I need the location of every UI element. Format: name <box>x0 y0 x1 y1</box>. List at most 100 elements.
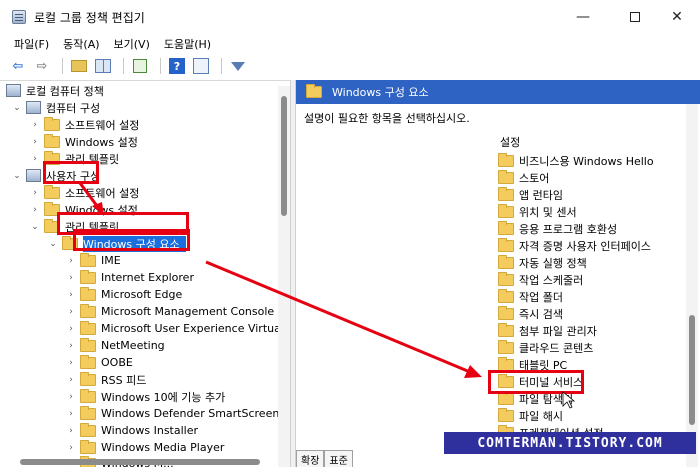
expand-icon[interactable]: ⌄ <box>48 239 58 249</box>
tree-item-computer-config[interactable]: ⌄ 컴퓨터 구성 <box>12 99 100 116</box>
view-tabs: 확장 표준 <box>296 450 353 467</box>
toolbar-separator <box>62 58 63 74</box>
list-item[interactable]: 작업 폴더 <box>498 288 563 305</box>
list-item[interactable]: 비즈니스용 Windows Hello <box>498 152 654 169</box>
expand-icon[interactable]: › <box>30 205 40 215</box>
folder-icon <box>80 422 96 437</box>
expand-icon[interactable]: › <box>66 341 76 351</box>
tree-item[interactable]: › Windows 10에 기능 추가 <box>66 388 225 405</box>
tree-item[interactable]: › Internet Explorer <box>66 269 194 286</box>
up-folder-button[interactable] <box>69 57 89 75</box>
tree-item[interactable]: › Windows Installer <box>66 422 198 439</box>
list-item[interactable]: 위치 및 센서 <box>498 203 577 220</box>
highlight-file-explorer <box>488 370 584 394</box>
list-item[interactable]: 앱 런타임 <box>498 186 563 203</box>
folder-icon <box>44 133 60 148</box>
tree-item[interactable]: › Microsoft Management Console <box>66 303 274 320</box>
expand-icon[interactable]: › <box>66 290 76 300</box>
tree-item[interactable]: › Windows 설정 <box>30 133 138 150</box>
expand-icon[interactable]: › <box>66 256 76 266</box>
expand-icon[interactable]: › <box>66 307 76 317</box>
expand-icon[interactable]: › <box>66 392 76 402</box>
properties-icon <box>193 58 209 74</box>
tree-item-root[interactable]: 로컬 컴퓨터 정책 <box>6 82 104 99</box>
tree-scroll-thumb[interactable] <box>281 96 287 216</box>
help-button[interactable]: ? <box>167 57 187 75</box>
tab-extended[interactable]: 확장 <box>296 450 325 467</box>
column-header-setting[interactable]: 설정 <box>500 134 520 150</box>
expand-icon[interactable]: › <box>66 273 76 283</box>
show-hide-tree-button[interactable] <box>93 57 113 75</box>
tree-item[interactable]: › NetMeeting <box>66 337 165 354</box>
folder-icon <box>498 152 514 167</box>
expand-icon[interactable]: › <box>66 443 76 453</box>
menu-view[interactable]: 보기(V) <box>114 36 150 52</box>
menu-help[interactable]: 도움말(H) <box>164 36 211 52</box>
expand-icon[interactable]: ⌄ <box>30 222 40 232</box>
folder-icon <box>80 286 96 301</box>
tab-standard[interactable]: 표준 <box>324 450 353 467</box>
expand-icon[interactable]: ⌄ <box>12 103 22 113</box>
menu-action[interactable]: 동작(A) <box>63 36 99 52</box>
expand-icon[interactable]: ⌄ <box>12 171 22 181</box>
list-item[interactable]: 파일 해시 <box>498 407 563 424</box>
tree-item[interactable]: › 소프트웨어 설정 <box>30 184 139 201</box>
toolbar-separator <box>221 58 222 74</box>
maximize-icon <box>630 12 640 22</box>
folder-icon <box>498 390 514 405</box>
folder-icon <box>498 169 514 184</box>
tree-item[interactable]: › Windows Media Player <box>66 439 224 456</box>
folder-icon <box>80 303 96 318</box>
list-item[interactable]: 응용 프로그램 호환성 <box>498 220 617 237</box>
expand-icon[interactable]: › <box>66 426 76 436</box>
menu-bar: 파일(F) 동작(A) 보기(V) 도움말(H) <box>0 34 700 54</box>
tree-item[interactable]: › 소프트웨어 설정 <box>30 116 139 133</box>
expand-icon[interactable]: › <box>66 324 76 334</box>
list-item[interactable]: 첨부 파일 관리자 <box>498 322 597 339</box>
menu-file[interactable]: 파일(F) <box>14 36 49 52</box>
folder-icon <box>80 252 96 267</box>
list-item[interactable]: 스토어 <box>498 169 549 186</box>
list-item[interactable]: 자격 증명 사용자 인터페이스 <box>498 237 651 254</box>
expand-icon[interactable]: › <box>30 188 40 198</box>
forward-button[interactable]: ⇨ <box>32 57 52 75</box>
description-text: 설명이 필요한 항목을 선택하십시오. <box>304 112 470 125</box>
tree-item[interactable]: › Microsoft User Experience Virtualiza <box>66 320 290 337</box>
expand-icon[interactable]: › <box>66 375 76 385</box>
folder-icon <box>80 354 96 369</box>
properties-button[interactable] <box>191 57 211 75</box>
list-item[interactable]: 클라우드 콘텐츠 <box>498 339 593 356</box>
expand-icon[interactable]: › <box>30 154 40 164</box>
list-item[interactable]: 즉시 검색 <box>498 305 563 322</box>
expand-icon[interactable]: › <box>66 409 76 419</box>
list-item[interactable]: 작업 스케줄러 <box>498 271 583 288</box>
tree-horizontal-scroll-thumb[interactable] <box>20 459 260 465</box>
list-scroll-thumb[interactable] <box>689 315 695 425</box>
tree-item[interactable]: › IME <box>66 252 121 269</box>
filter-button[interactable] <box>228 57 248 75</box>
folder-icon <box>80 439 96 454</box>
tree-item[interactable]: › Microsoft Edge <box>66 286 182 303</box>
export-list-button[interactable] <box>130 57 150 75</box>
expand-icon[interactable]: › <box>30 120 40 130</box>
folder-icon <box>498 186 514 201</box>
tree-item[interactable]: › OOBE <box>66 354 133 371</box>
details-title: Windows 구성 요소 <box>332 86 429 99</box>
folder-icon <box>80 269 96 284</box>
folder-icon <box>44 184 60 199</box>
expand-icon[interactable]: › <box>66 358 76 368</box>
help-icon: ? <box>169 58 185 74</box>
expand-icon[interactable]: › <box>30 137 40 147</box>
list-item[interactable]: 자동 실행 정책 <box>498 254 587 271</box>
toolbar-separator <box>123 58 124 74</box>
computer-icon <box>26 101 41 114</box>
close-button[interactable]: ✕ <box>654 0 700 34</box>
tree-item[interactable]: › Windows Defender SmartScreen <box>66 405 279 422</box>
folder-icon <box>498 356 514 371</box>
maximize-button[interactable] <box>612 0 658 34</box>
tree-item[interactable]: › RSS 피드 <box>66 371 146 388</box>
minimize-button[interactable]: — <box>560 0 606 34</box>
folder-icon <box>498 220 514 235</box>
watermark-banner: COMTERMAN.TISTORY.COM <box>444 432 696 454</box>
back-button[interactable]: ⇦ <box>8 57 28 75</box>
